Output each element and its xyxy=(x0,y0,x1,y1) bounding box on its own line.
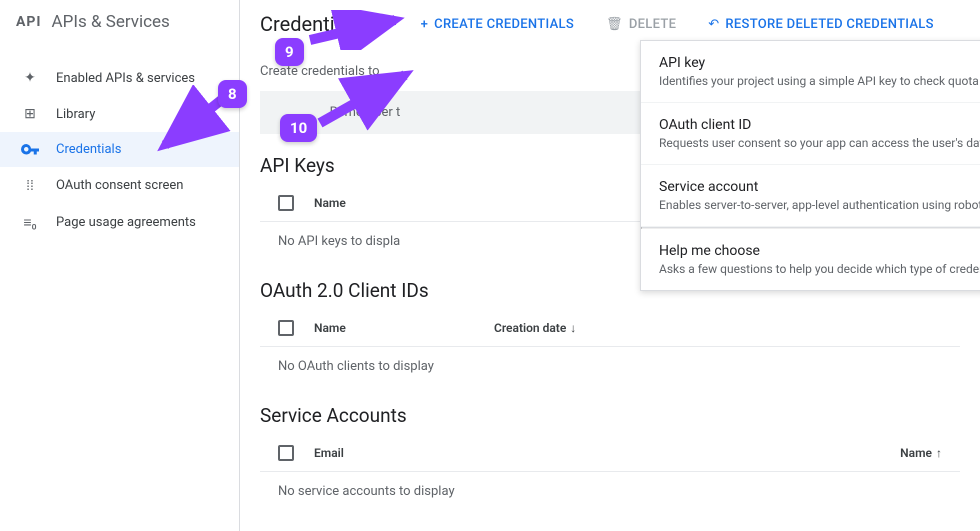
restore-label: RESTORE DELETED CREDENTIALS xyxy=(725,17,933,32)
col-name[interactable]: Name xyxy=(900,446,942,460)
key-icon xyxy=(20,144,40,156)
api-icon: API xyxy=(16,14,42,30)
plus-icon: + xyxy=(421,17,429,32)
nav-library[interactable]: ⊞ Library xyxy=(0,96,239,132)
dd-title: Help me choose xyxy=(659,243,980,259)
nav-oauth-consent[interactable]: ⁞⁞ OAuth consent screen xyxy=(0,167,239,204)
nav-label: Enabled APIs & services xyxy=(56,71,195,86)
nav-page-usage[interactable]: ≡₀ Page usage agreements xyxy=(0,204,239,241)
delete-button[interactable]: 🗑 DELETE xyxy=(606,17,676,32)
dropdown-api-key[interactable]: API key Identifies your project using a … xyxy=(641,41,980,103)
page-title: Credentials xyxy=(260,12,361,36)
dd-title: OAuth client ID xyxy=(659,117,980,133)
sidebar-header: API APIs & Services xyxy=(0,0,239,44)
dd-desc: Enables server-to-server, app-level auth… xyxy=(659,198,980,212)
undo-icon: ↶ xyxy=(708,17,719,32)
select-all-checkbox[interactable] xyxy=(278,320,294,336)
nav: ✦ Enabled APIs & services ⊞ Library Cred… xyxy=(0,44,239,241)
nav-label: Credentials xyxy=(56,142,121,157)
section-service-accounts-title: Service Accounts xyxy=(260,404,960,427)
dd-desc: Requests user consent so your app can ac… xyxy=(659,136,980,150)
trash-icon: 🗑 xyxy=(606,17,623,32)
callout-10: 10 xyxy=(280,114,317,142)
nav-enabled-apis[interactable]: ✦ Enabled APIs & services xyxy=(0,60,239,96)
service-accounts-header: Email Name xyxy=(260,435,960,472)
library-icon: ⊞ xyxy=(20,106,40,122)
diamond-icon: ✦ xyxy=(20,70,40,86)
select-all-checkbox[interactable] xyxy=(278,445,294,461)
nav-credentials[interactable]: Credentials xyxy=(0,132,239,167)
create-credentials-dropdown: API key Identifies your project using a … xyxy=(640,40,980,291)
agreements-icon: ≡₀ xyxy=(20,214,40,231)
col-email[interactable]: Email xyxy=(314,446,344,460)
create-credentials-button[interactable]: + CREATE CREDENTIALS xyxy=(421,17,574,32)
oauth-empty: No OAuth clients to display xyxy=(260,347,960,386)
remember-text: Remember t xyxy=(330,105,401,120)
select-all-checkbox[interactable] xyxy=(278,195,294,211)
dd-title: Service account xyxy=(659,179,980,195)
dropdown-service-account[interactable]: Service account Enables server-to-server… xyxy=(641,165,980,227)
oauth-header: Name Creation date xyxy=(260,310,960,347)
service-accounts-empty: No service accounts to display xyxy=(260,472,960,511)
callout-8: 8 xyxy=(218,80,247,108)
main-content: Credentials + CREATE CREDENTIALS 🗑 DELET… xyxy=(240,0,980,531)
col-name[interactable]: Name xyxy=(314,321,474,335)
restore-button[interactable]: ↶ RESTORE DELETED CREDENTIALS xyxy=(708,17,934,32)
dd-desc: Asks a few questions to help you decide … xyxy=(659,262,980,276)
consent-icon: ⁞⁞ xyxy=(20,177,40,194)
create-label: CREATE CREDENTIALS xyxy=(434,17,574,32)
nav-label: Page usage agreements xyxy=(56,215,196,230)
col-creation-date[interactable]: Creation date xyxy=(494,321,634,335)
dd-desc: Identifies your project using a simple A… xyxy=(659,74,980,88)
sidebar-title: APIs & Services xyxy=(52,12,170,32)
callout-9: 9 xyxy=(275,38,304,66)
dd-title: API key xyxy=(659,55,980,71)
nav-label: OAuth consent screen xyxy=(56,178,183,193)
sidebar: API APIs & Services ✦ Enabled APIs & ser… xyxy=(0,0,240,531)
nav-label: Library xyxy=(56,107,95,122)
dropdown-oauth-client[interactable]: OAuth client ID Requests user consent so… xyxy=(641,103,980,165)
dropdown-help-choose[interactable]: Help me choose Asks a few questions to h… xyxy=(641,229,980,290)
col-name[interactable]: Name xyxy=(314,196,474,210)
delete-label: DELETE xyxy=(629,17,676,32)
